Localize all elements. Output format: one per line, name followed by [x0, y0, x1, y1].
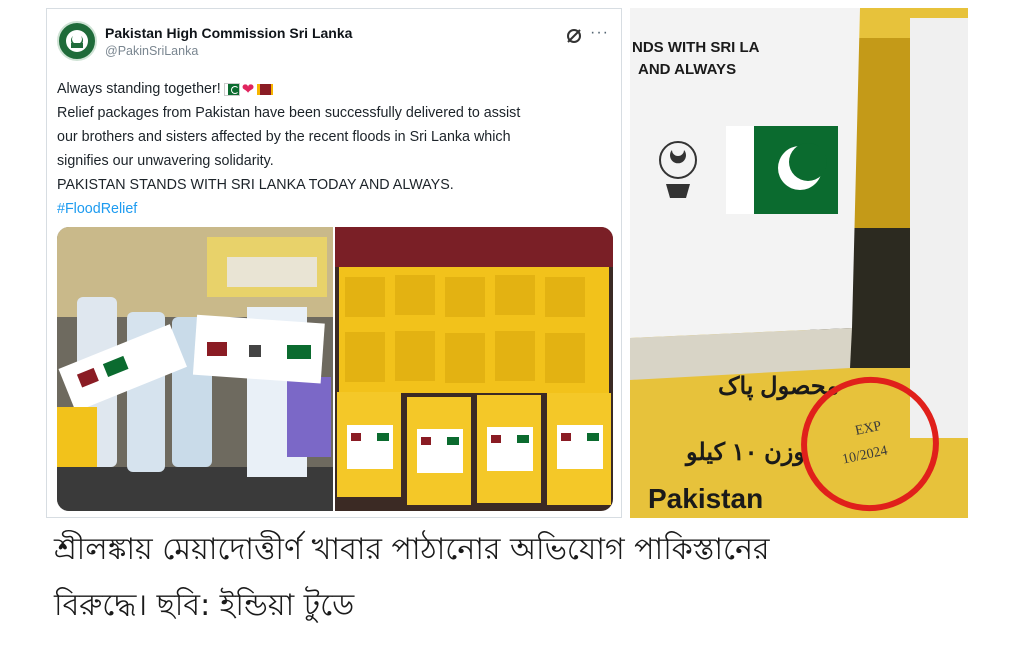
tweet-header: Pakistan High Commission Sri Lanka @Paki… [57, 21, 613, 65]
relief-items-photo[interactable] [57, 227, 333, 511]
emoji-group: ❤ [223, 81, 274, 98]
brand-text: Pakistan [648, 483, 763, 514]
urdu-text: محصول پاک [718, 373, 839, 401]
image-caption: শ্রীলঙ্কায় মেয়াদোত্তীর্ণ খাবার পাঠানোর… [54, 522, 994, 634]
tweet-text: Always standing together! ❤ Relief packag… [57, 77, 613, 221]
hashtag-link[interactable]: #FloodRelief [57, 197, 613, 221]
red-heart-icon: ❤ [241, 81, 255, 98]
tweet-line-text: Always standing together! [57, 81, 221, 97]
display-name[interactable]: Pakistan High Commission Sri Lanka [105, 25, 352, 41]
more-icon[interactable]: ··· [590, 25, 609, 41]
label-text: NDS WITH SRI LA [632, 39, 760, 56]
tweet-line: signifies our unwavering solidarity. [57, 153, 274, 169]
label-text: AND ALWAYS [638, 61, 736, 78]
caption-line: বিরুদ্ধে। ছবি: ইন্ডিয়া টুডে [54, 588, 355, 623]
avatar[interactable] [57, 21, 97, 61]
expired-label-photo[interactable]: NDS WITH SRI LA AND ALWAYS محصول پاک وزن… [630, 8, 968, 518]
tweet-line: our brothers and sisters affected by the… [57, 129, 511, 145]
tweet-media [57, 227, 613, 511]
tweet-line: Relief packages from Pakistan have been … [57, 105, 521, 121]
grok-icon[interactable] [565, 27, 583, 45]
relief-bags-photo[interactable] [335, 227, 613, 511]
pakistan-flag-icon [726, 126, 838, 214]
handle[interactable]: @PakinSriLanka [105, 44, 198, 58]
emblem-icon [66, 30, 88, 52]
tweet-line: PAKISTAN STANDS WITH SRI LANKA TODAY AND… [57, 177, 454, 193]
tweet-line: Always standing together! ❤ [57, 77, 613, 101]
caption-line: শ্রীলঙ্কায় মেয়াদোত্তীর্ণ খাবার পাঠানোর… [54, 532, 770, 567]
urdu-text: وزن ۱۰ کیلو [684, 439, 805, 467]
pakistan-flag-icon [223, 83, 240, 96]
sri-lanka-flag-icon [257, 84, 274, 95]
tweet-card[interactable]: Pakistan High Commission Sri Lanka @Paki… [46, 8, 622, 518]
